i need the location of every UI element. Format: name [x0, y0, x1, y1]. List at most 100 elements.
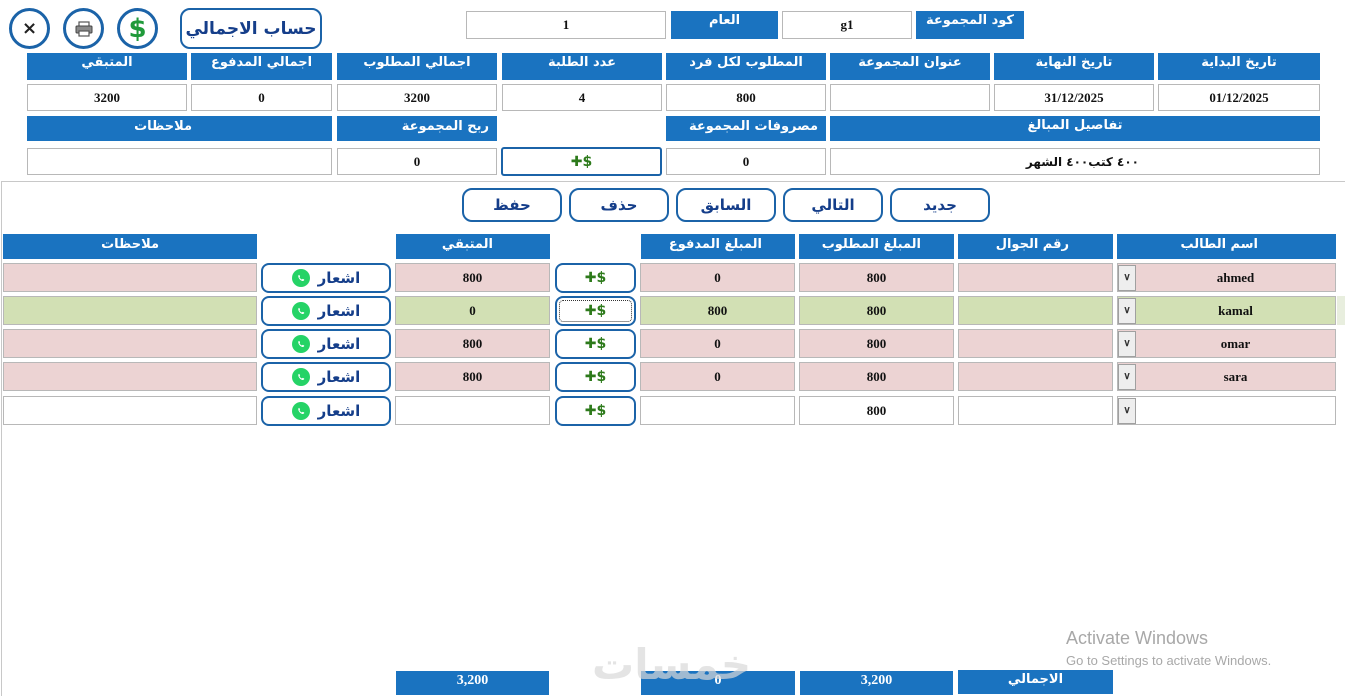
group-expenses-value[interactable]: 0: [666, 148, 826, 175]
student-name: omar: [1220, 335, 1251, 351]
notify-button[interactable]: اشعار: [261, 396, 391, 426]
add-money-icon: ✚$: [584, 270, 607, 286]
row-notes-header: ملاحظات: [3, 234, 257, 259]
year-value[interactable]: 1: [466, 11, 666, 39]
mobile-cell[interactable]: [958, 263, 1113, 292]
save-button[interactable]: حفظ: [462, 188, 562, 222]
student-name: kamal: [1218, 302, 1253, 318]
paid-amount-header: المبلغ المدفوع: [641, 234, 795, 259]
notes-cell[interactable]: [3, 263, 257, 292]
notes-cell[interactable]: [3, 396, 257, 425]
notify-button[interactable]: اشعار: [261, 329, 391, 359]
whatsapp-icon: [291, 368, 310, 386]
add-money-icon: ✚$: [584, 336, 607, 352]
totals-required: 3,200: [800, 671, 953, 695]
mobile-cell[interactable]: [958, 362, 1113, 391]
notes-cell[interactable]: [3, 329, 257, 358]
new-button[interactable]: جديد: [890, 188, 990, 222]
required-cell[interactable]: 800: [799, 396, 954, 425]
add-payment-button[interactable]: ✚$: [555, 263, 636, 293]
notify-button[interactable]: اشعار: [261, 296, 391, 326]
amount-details-value[interactable]: ٤٠٠ كتب٤٠٠ الشهر: [830, 148, 1320, 175]
notify-label: اشعار: [317, 302, 361, 320]
required-cell[interactable]: 800: [799, 329, 954, 358]
paid-cell[interactable]: [640, 396, 795, 425]
required-per-person-header: المطلوب لكل فرد: [666, 53, 826, 80]
start-date-header: تاريخ البداية: [1158, 53, 1320, 80]
whatsapp-icon: [291, 402, 310, 420]
group-code-value[interactable]: g1: [782, 11, 912, 39]
student-name-cell[interactable]: ∨ kamal: [1117, 296, 1336, 325]
student-count-value: 4: [502, 84, 662, 111]
remaining-cell: [395, 396, 550, 425]
activate-windows-title: Activate Windows: [1066, 628, 1209, 648]
print-button[interactable]: [63, 8, 104, 49]
notify-button[interactable]: اشعار: [261, 263, 391, 293]
chevron-down-icon[interactable]: ∨: [1118, 330, 1136, 357]
group-title-value[interactable]: [830, 84, 990, 111]
end-date-value[interactable]: 31/12/2025: [994, 84, 1154, 111]
chevron-down-icon[interactable]: ∨: [1118, 264, 1136, 291]
notes-cell[interactable]: [3, 296, 257, 325]
paid-cell[interactable]: 0: [640, 362, 795, 391]
required-cell[interactable]: 800: [799, 296, 954, 325]
total-required-value: 3200: [337, 84, 497, 111]
add-money-icon: ✚$: [584, 369, 607, 385]
chevron-down-icon[interactable]: ∨: [1118, 397, 1136, 424]
group-profit-header: ربح المجموعة: [337, 116, 497, 141]
mobile-cell[interactable]: [958, 296, 1113, 325]
add-money-icon: ✚$: [584, 303, 607, 319]
student-name: sara: [1223, 368, 1248, 384]
student-name: ahmed: [1216, 269, 1255, 285]
amount-details-header: تفاصيل المبالغ: [830, 116, 1320, 141]
add-payment-button[interactable]: ✚$: [555, 396, 636, 426]
previous-button[interactable]: السابق: [676, 188, 776, 222]
required-cell[interactable]: 800: [799, 263, 954, 292]
group-code-label: كود المجموعة: [916, 11, 1024, 39]
delete-button[interactable]: حذف: [569, 188, 669, 222]
notify-label: اشعار: [317, 335, 361, 353]
close-button[interactable]: ×: [9, 8, 50, 49]
chevron-down-icon[interactable]: ∨: [1118, 363, 1136, 390]
add-payment-button[interactable]: ✚$: [555, 296, 636, 326]
whatsapp-icon: [291, 335, 310, 353]
total-paid-value: 0: [191, 84, 332, 111]
notify-label: اشعار: [317, 269, 361, 287]
totals-remaining: 3,200: [396, 671, 549, 695]
watermark-text: خمسات: [592, 640, 752, 689]
notify-button[interactable]: اشعار: [261, 362, 391, 392]
student-name-cell[interactable]: ∨ ahmed: [1117, 263, 1336, 292]
chevron-down-icon[interactable]: ∨: [1118, 297, 1136, 324]
notes-header: ملاحظات: [27, 116, 332, 141]
mobile-header: رقم الجوال: [958, 234, 1113, 259]
paid-cell[interactable]: 800: [640, 296, 795, 325]
required-cell[interactable]: 800: [799, 362, 954, 391]
year-label: العام: [671, 11, 778, 39]
paid-cell[interactable]: 0: [640, 329, 795, 358]
total-account-button[interactable]: حساب الاجمالي: [180, 8, 322, 49]
notes-cell[interactable]: [3, 362, 257, 391]
paid-cell[interactable]: 0: [640, 263, 795, 292]
remaining-cell: 800: [395, 263, 550, 292]
notes-value[interactable]: [27, 148, 332, 175]
payment-button[interactable]: $: [117, 8, 158, 49]
notify-label: اشعار: [317, 402, 361, 420]
student-name-cell[interactable]: ∨ sara: [1117, 362, 1336, 391]
remaining-header: المتبقي: [27, 53, 187, 80]
required-amount-header: المبلغ المطلوب: [799, 234, 954, 259]
whatsapp-icon: [291, 269, 310, 287]
add-expense-button[interactable]: ✚$: [501, 147, 662, 176]
next-button[interactable]: التالي: [783, 188, 883, 222]
mobile-cell[interactable]: [958, 329, 1113, 358]
add-money-icon: ✚$: [584, 403, 607, 419]
student-name-cell[interactable]: ∨ omar: [1117, 329, 1336, 358]
required-per-person-value[interactable]: 800: [666, 84, 826, 111]
add-payment-button[interactable]: ✚$: [555, 362, 636, 392]
add-payment-button[interactable]: ✚$: [555, 329, 636, 359]
remaining-value: 3200: [27, 84, 187, 111]
whatsapp-icon: [291, 302, 310, 320]
student-name-cell[interactable]: ∨: [1117, 396, 1336, 425]
start-date-value[interactable]: 01/12/2025: [1158, 84, 1320, 111]
mobile-cell[interactable]: [958, 396, 1113, 425]
activate-windows-subtitle: Go to Settings to activate Windows.: [1066, 653, 1272, 668]
